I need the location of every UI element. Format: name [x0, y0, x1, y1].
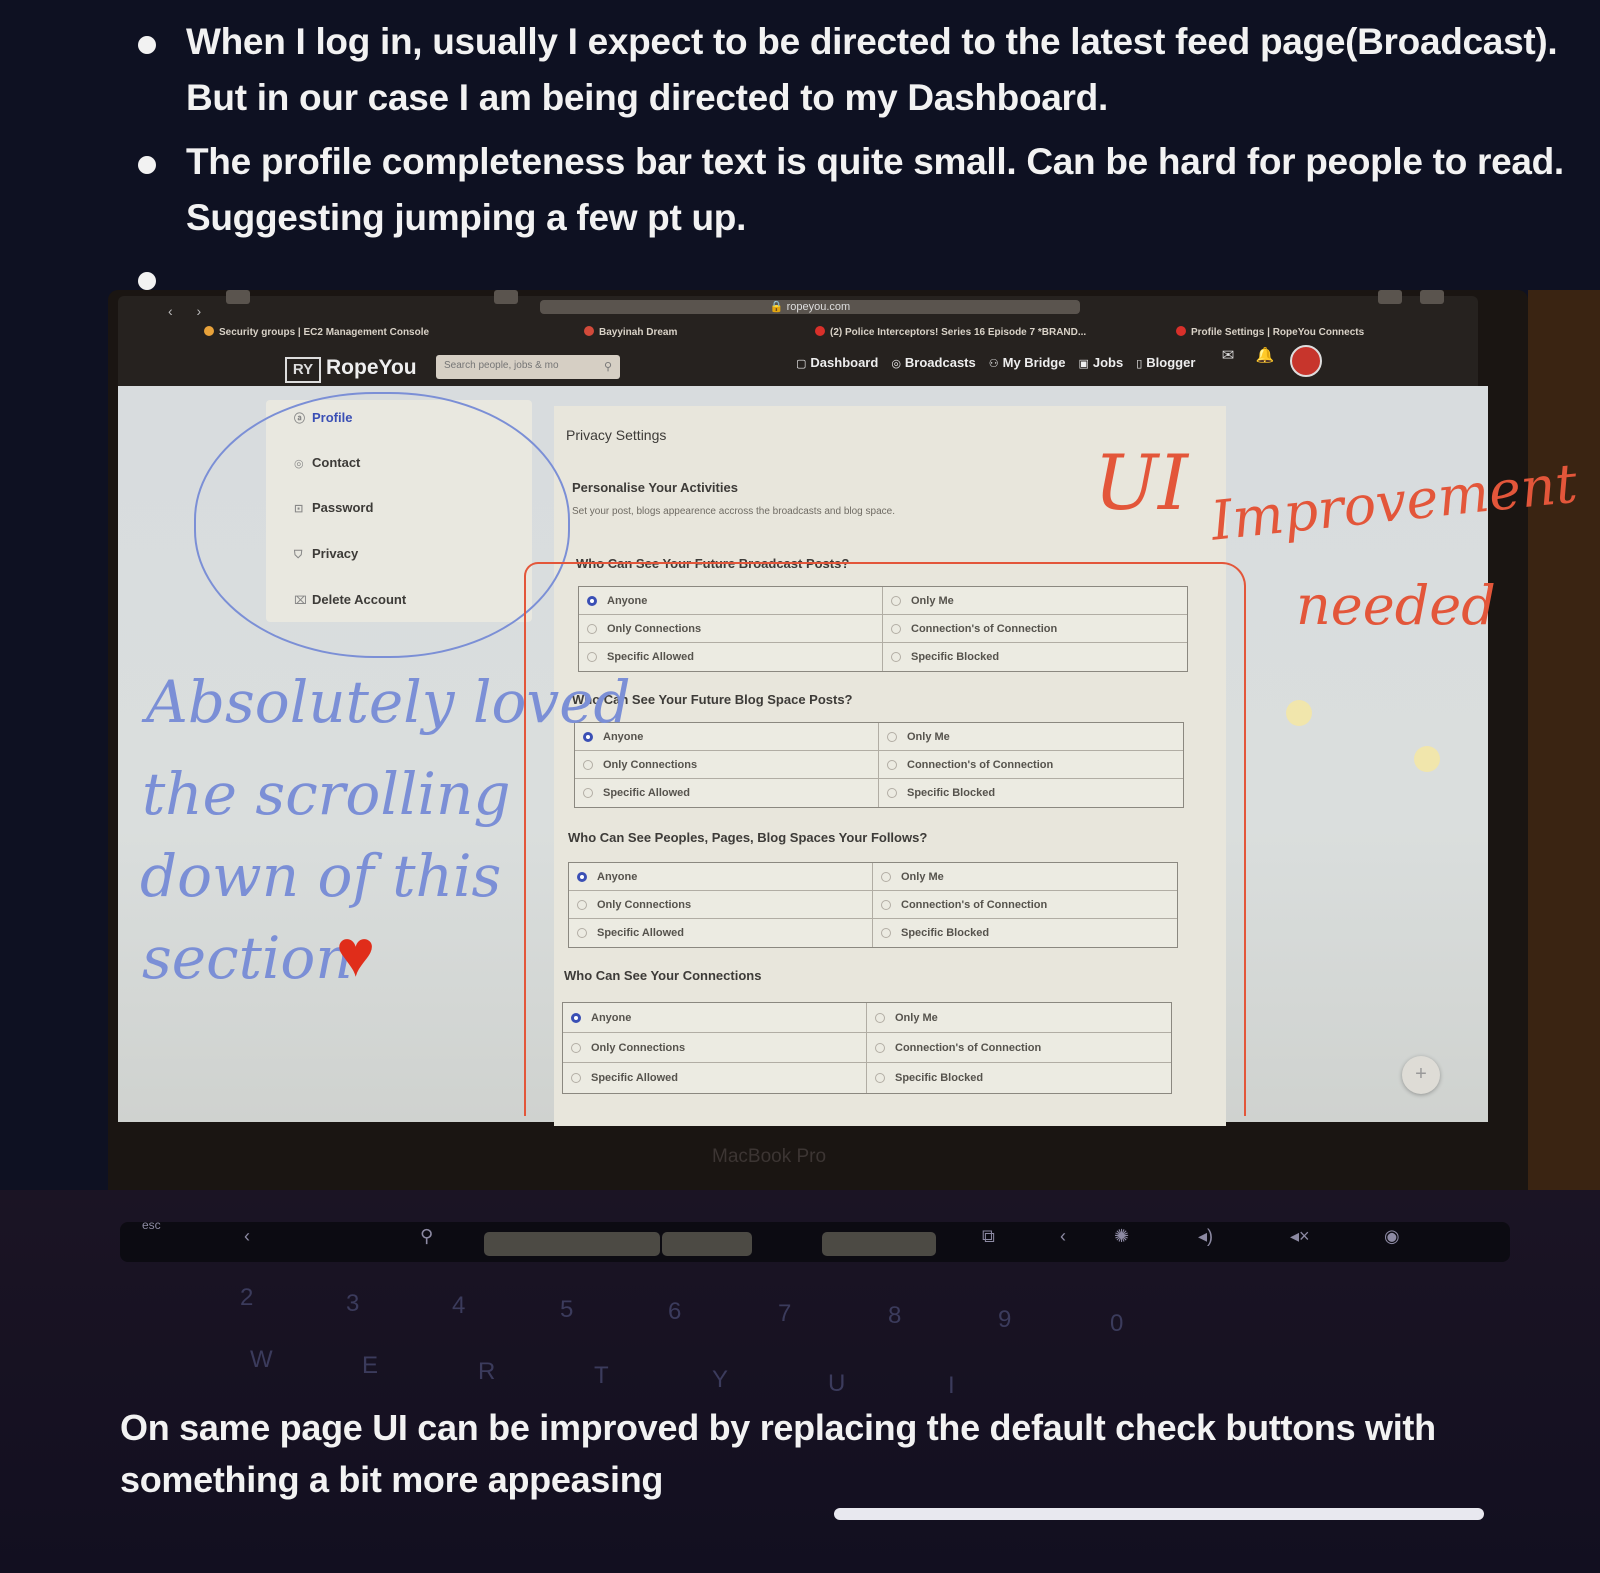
keyboard-key[interactable]: T	[594, 1362, 609, 1390]
keyboard-key[interactable]: W	[250, 1346, 273, 1374]
mute-icon[interactable]: ◂×	[1290, 1226, 1310, 1247]
chevron-left-icon[interactable]: ‹	[1060, 1226, 1066, 1247]
page-title: Privacy Settings	[566, 427, 667, 443]
dashboard-icon: ▢	[796, 358, 807, 370]
window-icon[interactable]: ⧉	[982, 1226, 995, 1247]
touchbar-tab[interactable]	[822, 1232, 936, 1256]
blog-icon: ▯	[1136, 358, 1143, 370]
search-icon[interactable]: ⚲	[604, 360, 612, 373]
browser-tab-active[interactable]: Profile Settings | RopeYou Connects	[1176, 326, 1364, 338]
keyboard-key[interactable]: 6	[668, 1298, 681, 1326]
touchbar-tab[interactable]	[662, 1232, 752, 1256]
browser-back-forward[interactable]: ‹ ›	[168, 303, 211, 319]
brightness-icon[interactable]: ✺	[1114, 1226, 1129, 1247]
keyboard-key[interactable]: R	[478, 1358, 495, 1386]
bullet-icon	[138, 272, 156, 290]
lock-icon: 🔒	[769, 301, 784, 313]
keyboard-key[interactable]: 4	[452, 1292, 465, 1320]
keyboard-key[interactable]: 5	[560, 1296, 573, 1324]
annotation-text: Absolutely loved	[146, 668, 631, 736]
note-text: When I log in, usually I expect to be di…	[186, 21, 1558, 118]
favicon-icon	[1176, 326, 1186, 336]
browser-tab[interactable]: (2) Police Interceptors! Series 16 Episo…	[815, 326, 1086, 338]
light-glare	[1286, 700, 1312, 726]
nav-jobs[interactable]: ▣ Jobs	[1078, 355, 1123, 370]
favicon-icon	[204, 326, 214, 336]
note-item: The profile completeness bar text is qui…	[136, 134, 1586, 246]
nav-dashboard[interactable]: ▢ Dashboard	[796, 355, 878, 370]
search-box[interactable]: ⚲	[436, 355, 620, 379]
home-indicator[interactable]	[834, 1508, 1484, 1520]
annotation-text: section	[142, 924, 353, 992]
keyboard-key[interactable]: 7	[778, 1300, 791, 1328]
notes-list: When I log in, usually I expect to be di…	[136, 14, 1586, 298]
note-item: When I log in, usually I expect to be di…	[136, 14, 1586, 126]
nav-blogger[interactable]: ▯ Blogger	[1136, 355, 1195, 370]
people-icon: ⚇	[988, 358, 999, 370]
chevron-left-icon[interactable]: ‹	[244, 1226, 250, 1247]
annotation-circle	[194, 392, 570, 658]
tabs-overview-icon[interactable]	[1420, 290, 1444, 304]
annotation-text: down of this	[140, 842, 502, 910]
esc-key[interactable]: esc	[142, 1218, 161, 1232]
broadcast-icon: ◎	[891, 358, 901, 370]
favicon-icon	[584, 326, 594, 336]
search-input[interactable]	[444, 360, 594, 371]
logo-mark[interactable]: RY	[285, 357, 321, 383]
bullet-icon	[138, 156, 156, 174]
heart-icon: ♥	[336, 916, 376, 990]
plus-icon: +	[1415, 1063, 1427, 1085]
keyboard-key[interactable]: U	[828, 1370, 845, 1398]
nav-broadcasts[interactable]: ◎ Broadcasts	[891, 355, 975, 370]
bullet-icon	[138, 36, 156, 54]
keyboard-key[interactable]: 3	[346, 1290, 359, 1318]
keyboard-key[interactable]: 8	[888, 1302, 901, 1330]
browser-tab[interactable]: Bayyinah Dream	[584, 326, 677, 338]
avatar[interactable]	[1290, 345, 1322, 377]
share-icon[interactable]	[1378, 290, 1402, 304]
browser-tab[interactable]: Security groups | EC2 Management Console	[204, 326, 429, 338]
favicon-icon	[815, 326, 825, 336]
add-floating-button[interactable]: +	[1402, 1056, 1440, 1094]
section-title: Personalise Your Activities	[572, 480, 738, 495]
bottom-note: On same page UI can be improved by repla…	[120, 1407, 1436, 1500]
note-item	[136, 254, 1586, 290]
logo-text[interactable]: RopeYou	[326, 356, 417, 380]
note-text: The profile completeness bar text is qui…	[186, 141, 1564, 238]
touchbar-tabs[interactable]	[484, 1232, 660, 1256]
keyboard-key[interactable]: Y	[712, 1366, 728, 1394]
messages-icon[interactable]: ✉	[1218, 346, 1238, 366]
nav-my-bridge[interactable]: ⚇ My Bridge	[989, 355, 1066, 370]
section-subtitle: Set your post, blogs appearence accross …	[572, 506, 895, 517]
search-icon[interactable]: ⚲	[420, 1226, 433, 1247]
notification-bell-icon[interactable]: 🔔	[1255, 346, 1275, 366]
light-glare	[1414, 746, 1440, 772]
annotation-bracket	[524, 562, 1246, 1116]
annotation-text: needed	[1296, 574, 1496, 637]
device-brand: MacBook Pro	[712, 1146, 827, 1167]
keyboard-key[interactable]: 2	[240, 1284, 253, 1312]
briefcase-icon: ▣	[1078, 358, 1089, 370]
keyboard-key[interactable]: 0	[1110, 1310, 1123, 1338]
annotation-text: UI	[1094, 438, 1189, 527]
siri-icon[interactable]: ◉	[1384, 1226, 1400, 1247]
volume-icon[interactable]: ◂)	[1198, 1226, 1213, 1247]
shield-icon[interactable]	[494, 290, 518, 304]
address-bar[interactable]: 🔒 ropeyou.com	[540, 300, 1080, 314]
url-text: ropeyou.com	[786, 301, 851, 313]
sidebar-toggle-icon[interactable]	[226, 290, 250, 304]
site-nav: ▢ Dashboard ◎ Broadcasts ⚇ My Bridge ▣ Jobs …	[796, 355, 1195, 370]
keyboard-key[interactable]: E	[362, 1352, 378, 1380]
background-wood	[1528, 290, 1600, 1220]
keyboard-key[interactable]: 9	[998, 1306, 1011, 1334]
keyboard-key[interactable]: I	[948, 1372, 955, 1400]
annotation-text: the scrolling	[142, 760, 511, 828]
